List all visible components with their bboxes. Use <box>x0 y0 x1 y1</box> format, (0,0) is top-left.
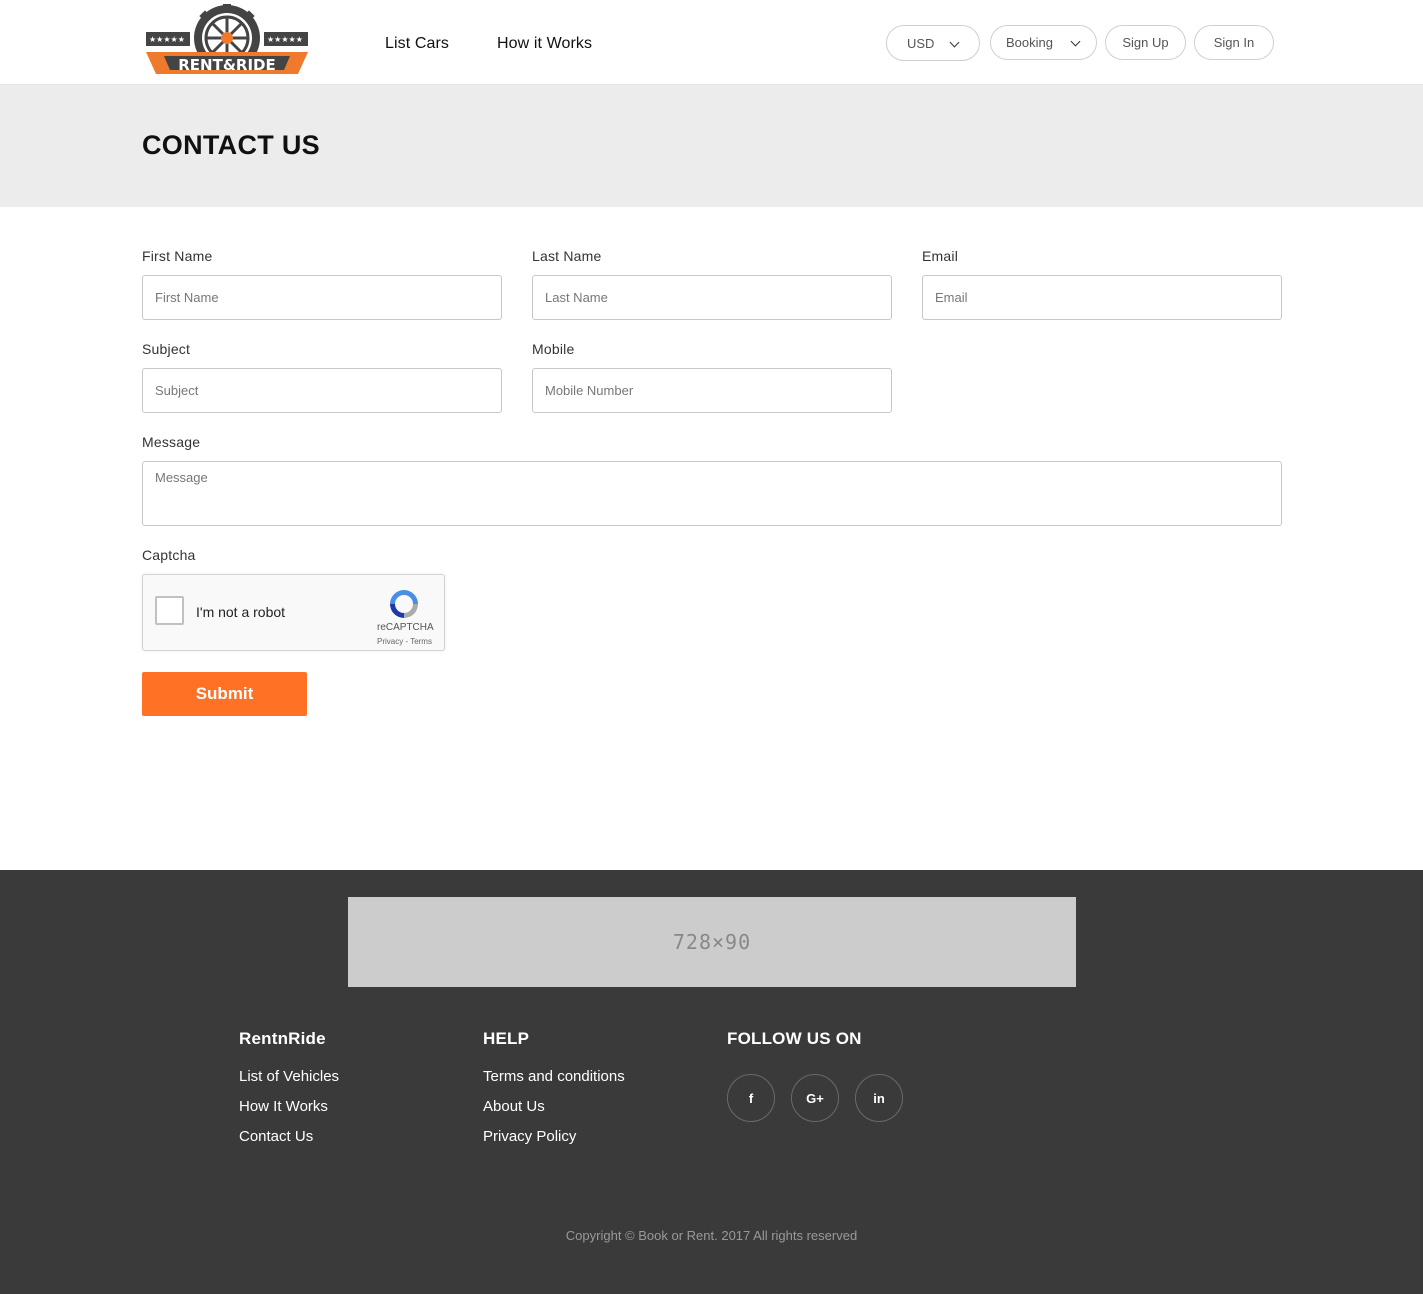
email-input[interactable] <box>922 275 1282 320</box>
footer-col-help-title: HELP <box>483 1029 530 1048</box>
rent-and-ride-logo[interactable]: ★★★★★ ★★★★★ RENT&RIDE <box>144 3 310 78</box>
sign-up-button[interactable]: Sign Up <box>1105 25 1186 60</box>
recaptcha-checkbox[interactable] <box>155 596 184 625</box>
footer-col-follow-title: FOLLOW US ON <box>727 1029 862 1048</box>
svg-text:★★★★★: ★★★★★ <box>149 35 185 44</box>
currency-value: USD <box>907 35 935 51</box>
submit-button[interactable]: Submit <box>142 672 307 716</box>
facebook-icon[interactable]: f <box>727 1074 775 1122</box>
nav-how-it-works[interactable]: How it Works <box>497 35 592 53</box>
linkedin-icon[interactable]: in <box>855 1074 903 1122</box>
ad-banner-placeholder[interactable]: 728×90 <box>348 897 1076 987</box>
last-name-label: Last Name <box>532 248 602 264</box>
chevron-down-icon <box>949 37 960 48</box>
message-textarea[interactable] <box>142 461 1282 526</box>
footer-link-how-it-works[interactable]: How It Works <box>239 1098 328 1115</box>
svg-text:RENT&RIDE: RENT&RIDE <box>178 56 276 74</box>
nav-list-cars[interactable]: List Cars <box>385 35 449 53</box>
mobile-input[interactable] <box>532 368 892 413</box>
recaptcha-widget: I'm not a robot reCAPTCHA Privacy - Term… <box>142 574 445 651</box>
recaptcha-links[interactable]: Privacy - Terms <box>377 637 432 646</box>
sign-in-label: Sign In <box>1213 35 1255 50</box>
recaptcha-brand: reCAPTCHA <box>377 622 434 633</box>
site-header: ★★★★★ ★★★★★ RENT&RIDE List Cars How it W… <box>0 0 1423 85</box>
svg-text:★★★★★: ★★★★★ <box>267 35 303 44</box>
currency-select[interactable]: USD <box>886 25 980 61</box>
footer-link-privacy-policy[interactable]: Privacy Policy <box>483 1128 576 1145</box>
footer-link-contact-us[interactable]: Contact Us <box>239 1128 313 1145</box>
subject-label: Subject <box>142 341 191 357</box>
site-footer: 728×90 RentnRide List of Vehicles How It… <box>0 870 1423 1294</box>
footer-link-terms[interactable]: Terms and conditions <box>483 1068 625 1085</box>
footer-link-about-us[interactable]: About Us <box>483 1098 545 1115</box>
copyright-text: Copyright © Book or Rent. 2017 All right… <box>565 1228 858 1243</box>
mobile-label: Mobile <box>532 341 575 357</box>
first-name-input[interactable] <box>142 275 502 320</box>
first-name-label: First Name <box>142 248 213 264</box>
booking-label: Booking <box>1006 35 1053 50</box>
subject-input[interactable] <box>142 368 502 413</box>
google-plus-icon[interactable]: G+ <box>791 1074 839 1122</box>
captcha-label: Captcha <box>142 547 196 563</box>
chevron-down-icon <box>1070 36 1081 47</box>
last-name-input[interactable] <box>532 275 892 320</box>
footer-col-rentnride-title: RentnRide <box>239 1029 326 1048</box>
sign-up-label: Sign Up <box>1122 35 1169 50</box>
email-label: Email <box>922 248 959 264</box>
page-banner: CONTACT US <box>0 85 1423 207</box>
message-label: Message <box>142 434 201 450</box>
page-title: CONTACT US <box>142 130 320 160</box>
booking-dropdown[interactable]: Booking <box>990 25 1097 60</box>
sign-in-button[interactable]: Sign In <box>1194 25 1274 60</box>
recaptcha-text: I'm not a robot <box>196 604 286 620</box>
footer-link-list-of-vehicles[interactable]: List of Vehicles <box>239 1068 339 1085</box>
recaptcha-icon <box>390 590 418 618</box>
